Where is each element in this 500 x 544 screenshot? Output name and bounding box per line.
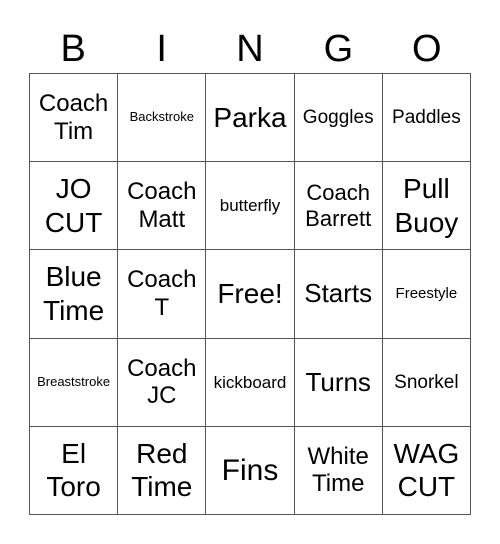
free-space-cell[interactable]: Free!	[206, 250, 295, 339]
bingo-cell[interactable]: Coach Barrett	[294, 162, 383, 251]
bingo-cell[interactable]: Coach Matt	[118, 162, 207, 251]
bingo-cell[interactable]: Goggles	[294, 74, 383, 163]
bingo-cell[interactable]: Parka	[206, 74, 295, 163]
bingo-cell[interactable]: Blue Time	[30, 250, 119, 339]
bingo-cell[interactable]: Backstroke	[118, 74, 207, 163]
bingo-cell[interactable]: Fins	[206, 426, 295, 515]
bingo-cell[interactable]: kickboard	[206, 338, 295, 427]
bingo-cell[interactable]: Coach T	[118, 250, 207, 339]
header-letter-n: N	[236, 28, 264, 70]
bingo-cell[interactable]: Breaststroke	[30, 338, 119, 427]
bingo-cell[interactable]: Snorkel	[382, 338, 471, 427]
bingo-cell[interactable]: Red Time	[118, 426, 207, 515]
bingo-cell[interactable]: JO CUT	[30, 162, 119, 251]
bingo-cell[interactable]: White Time	[294, 426, 383, 515]
bingo-board: Coach Tim Backstroke Parka Goggles Paddl…	[29, 73, 471, 515]
bingo-cell[interactable]: WAG CUT	[382, 426, 471, 515]
bingo-cell[interactable]: Pull Buoy	[382, 162, 471, 251]
bingo-cell[interactable]: Paddles	[382, 74, 471, 163]
bingo-cell[interactable]: Freestyle	[382, 250, 471, 339]
header-letter-i: I	[156, 28, 167, 70]
bingo-cell[interactable]: butterfly	[206, 162, 295, 251]
bingo-cell[interactable]: Turns	[294, 338, 383, 427]
header-letter-o: O	[412, 28, 442, 70]
bingo-header: B I N G O	[29, 24, 471, 74]
header-letter-b: B	[60, 28, 86, 70]
header-letter-g: G	[323, 28, 354, 70]
bingo-cell[interactable]: Coach Tim	[30, 74, 119, 163]
bingo-cell[interactable]: El Toro	[30, 426, 119, 515]
bingo-cell[interactable]: Coach JC	[118, 338, 207, 427]
bingo-cell[interactable]: Starts	[294, 250, 383, 339]
